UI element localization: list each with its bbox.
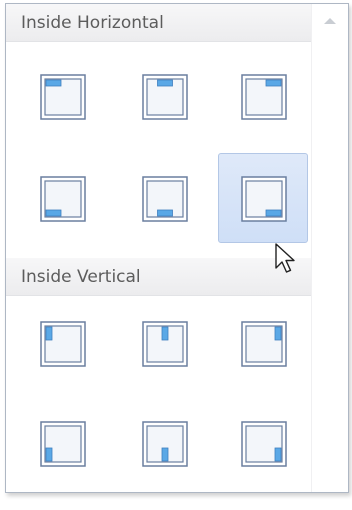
inside-marker (274, 326, 282, 341)
gallery-item-inside-horizontal-bottom-right[interactable] (218, 153, 308, 243)
gallery-item-inside-vertical-top-left[interactable] (17, 298, 107, 388)
gallery-content: Inside Horizontal Inside Vertical (6, 4, 311, 492)
inside-marker (45, 209, 62, 217)
inside-marker (274, 447, 282, 462)
gallery-item-inside-horizontal-top-center[interactable] (119, 51, 209, 141)
inside-vertical-top-center-icon (142, 321, 188, 367)
inside-vertical-top-right-icon (241, 321, 287, 367)
mouse-pointer-icon (275, 243, 295, 273)
inside-marker (265, 209, 282, 217)
section-header-inside-horizontal: Inside Horizontal (6, 4, 311, 42)
inside-horizontal-top-center-icon (142, 74, 188, 120)
gallery-item-inside-horizontal-top-left[interactable] (17, 51, 107, 141)
scroll-up-arrow-icon[interactable] (324, 18, 336, 24)
gallery-item-inside-horizontal-top-right[interactable] (218, 51, 308, 141)
inside-horizontal-bottom-left-icon (40, 176, 86, 222)
inside-marker (161, 326, 169, 341)
inside-marker (265, 79, 282, 87)
gallery-item-inside-vertical-bottom-right[interactable] (218, 398, 308, 488)
inside-horizontal-top-left-icon (40, 74, 86, 120)
inside-marker (45, 447, 53, 462)
inside-vertical-bottom-left-icon (40, 421, 86, 467)
gallery-item-inside-horizontal-bottom-center[interactable] (119, 153, 209, 243)
inside-marker (161, 447, 169, 462)
inside-horizontal-bottom-center-icon (142, 176, 188, 222)
inside-marker (45, 79, 62, 87)
inside-horizontal-top-right-icon (241, 74, 287, 120)
inside-marker (45, 326, 53, 341)
gallery-item-inside-vertical-bottom-center[interactable] (119, 398, 209, 488)
inside-horizontal-bottom-right-icon (241, 176, 287, 222)
section-title: Inside Vertical (21, 267, 141, 287)
gallery-item-inside-horizontal-bottom-left[interactable] (17, 153, 107, 243)
section-title: Inside Horizontal (21, 13, 164, 33)
gallery-item-inside-vertical-bottom-left[interactable] (17, 398, 107, 488)
inside-vertical-bottom-right-icon (241, 421, 287, 467)
inside-vertical-top-left-icon (40, 321, 86, 367)
vertical-scrollbar[interactable] (311, 4, 348, 492)
section-header-inside-vertical: Inside Vertical (6, 258, 311, 296)
inside-marker (157, 209, 173, 217)
gallery-item-inside-vertical-top-center[interactable] (119, 298, 209, 388)
gallery-item-inside-vertical-top-right[interactable] (218, 298, 308, 388)
inside-marker (157, 79, 173, 87)
inside-vertical-bottom-center-icon (142, 421, 188, 467)
